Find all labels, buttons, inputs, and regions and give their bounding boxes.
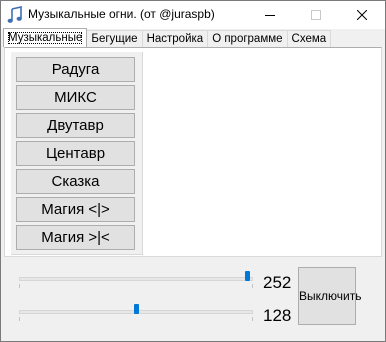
maximize-icon <box>311 10 321 20</box>
slider-thumb[interactable] <box>133 304 139 314</box>
tab-strip: Музыкальные Бегущие Настройка О программ… <box>3 28 332 47</box>
slider-ticks <box>19 317 253 321</box>
tab-music[interactable]: Музыкальные <box>3 28 88 47</box>
mode-rainbow-button[interactable]: Радуга <box>16 57 135 82</box>
mode-magic-out-button[interactable]: Магия <|> <box>16 197 135 222</box>
music-note-icon <box>7 6 23 24</box>
tab-label: Схема <box>291 33 327 45</box>
mode-mix-button[interactable]: МИКС <box>16 85 135 110</box>
maximize-button[interactable] <box>293 1 339 29</box>
tab-about[interactable]: О программе <box>207 30 288 47</box>
close-icon <box>357 10 367 20</box>
tab-label: Настройка <box>146 33 204 45</box>
tab-panel-music: Радуга МИКС Двутавр Центавр Сказка Магия… <box>4 47 382 257</box>
slider-thumb[interactable] <box>245 271 251 281</box>
tab-settings[interactable]: Настройка <box>141 30 209 47</box>
mode-button-group: Радуга МИКС Двутавр Центавр Сказка Магия… <box>11 52 143 255</box>
speed-value: 128 <box>263 306 292 325</box>
brightness-slider[interactable] <box>17 268 255 288</box>
mode-centaur-button[interactable]: Центавр <box>16 141 135 166</box>
brightness-value: 252 <box>263 273 292 292</box>
power-off-button[interactable]: Выключить <box>298 267 361 325</box>
mode-dvutavr-button[interactable]: Двутавр <box>16 113 135 138</box>
minimize-button[interactable] <box>247 1 293 29</box>
slider-ticks <box>19 284 253 288</box>
tab-schema[interactable]: Схема <box>286 30 332 47</box>
tab-label: Бегущие <box>91 33 138 45</box>
close-button[interactable] <box>339 1 385 29</box>
mode-magic-in-button[interactable]: Магия >|< <box>16 225 135 250</box>
window-title: Музыкальные огни. (от @juraspb) <box>28 7 215 21</box>
tab-label: Музыкальные <box>8 32 83 44</box>
slider-track <box>19 277 253 281</box>
control-area: 252 128 Выключить <box>1 257 385 341</box>
speed-slider[interactable] <box>17 301 255 321</box>
tab-label: О программе <box>212 33 283 45</box>
title-bar[interactable]: Музыкальные огни. (от @juraspb) <box>1 1 385 29</box>
app-window: Музыкальные огни. (от @juraspb) Музыкаль… <box>0 0 386 342</box>
mode-fairytale-button[interactable]: Сказка <box>16 169 135 194</box>
tab-running[interactable]: Бегущие <box>86 30 143 47</box>
minimize-icon <box>265 15 275 16</box>
